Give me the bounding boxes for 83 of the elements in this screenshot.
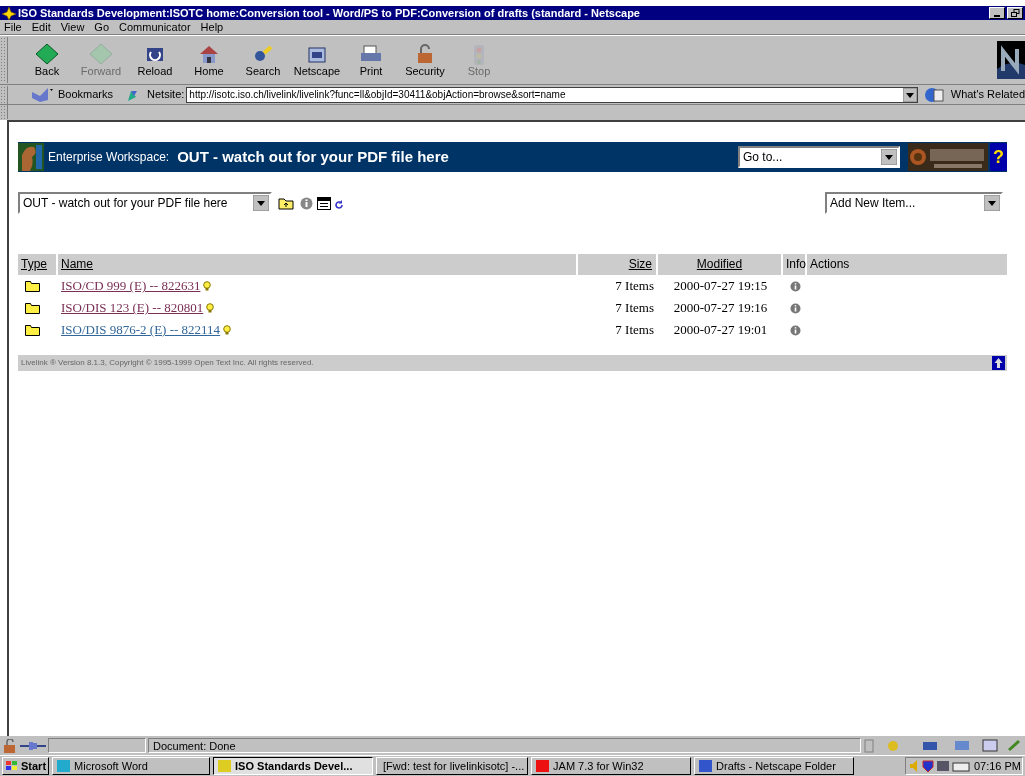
menu-item[interactable]: View [60,18,85,36]
start-button[interactable]: Start [2,757,50,775]
menu-item[interactable]: Communicator [119,18,191,36]
folder-link[interactable]: ISO/DIS 123 (E) -- 820801 [61,298,204,318]
app-icon [698,759,714,773]
tray-icons-drawing [908,759,971,773]
column-header[interactable]: Modified [658,254,783,275]
restore-icon [1010,9,1020,17]
dropdown-arrow-icon [881,149,897,165]
grip-handle[interactable] [0,85,8,104]
size-cell-text: 7 Items [614,277,655,296]
window-icon [317,196,331,210]
face-silhouette-icon [18,143,44,171]
restore-button[interactable] [1007,7,1023,19]
folder-icon [25,280,41,292]
up-arrow-icon [992,356,1005,370]
taskbar-button[interactable]: Drafts - Netscape Folder [694,757,855,775]
toolbar-button[interactable]: Back [20,38,74,82]
column-header: Actions [807,254,1007,275]
app-icon [56,759,72,773]
goto-dropdown[interactable]: Go to... [738,146,900,168]
bookmarks-button[interactable]: Bookmarks [30,86,114,103]
refresh-icon [334,200,344,210]
info-icon [789,302,801,314]
size-cell-text: 7 Items [614,321,655,340]
help-button[interactable]: ? [990,143,1007,171]
workspace-label: Enterprise Workspace: [48,149,170,166]
info-icon [300,196,313,210]
taskbar-button[interactable]: [Fwd: test for livelinkisotc] -... [376,757,529,775]
toolbar-button[interactable]: Reload [128,38,182,82]
grip-handle[interactable] [0,37,8,83]
info-icon [789,324,801,336]
copyright-text: Livelink ® Version 8.1.3, Copyright © 1995-1999 Open Text Inc. All rights reserved. [21,357,315,369]
modified-cell-text: 2000-07-27 19:01 [672,321,769,340]
toolbar-button[interactable]: Netscape [290,38,344,82]
lightbulb-icon [223,325,232,335]
modified-cell-text: 2000-07-27 19:16 [672,299,769,318]
app-icon [535,759,551,773]
taskbar-button[interactable]: ISO Standards Devel... [213,757,374,775]
info-icon [789,280,801,292]
grip-handle[interactable] [0,105,8,119]
minimize-button[interactable] [989,7,1005,19]
folder-link[interactable]: ISO/DIS 9876-2 (E) -- 822114 [61,320,221,340]
lightbulb-icon [203,281,212,291]
taskbar-button[interactable]: Microsoft Word [52,757,211,775]
toolbar-button[interactable]: Search [236,38,290,82]
folder-title: OUT - watch out for your PDF file here [177,146,450,167]
taskbar-button[interactable]: JAM 7.3 for Win32 [531,757,692,775]
folder-dropdown[interactable]: OUT - watch out for your PDF file here [18,192,272,214]
toolbar-button[interactable]: Security [398,38,452,82]
column-header[interactable]: Type [18,254,58,275]
add-item-dropdown[interactable]: Add New Item... [825,192,1003,214]
connection-plug-icon [20,739,46,752]
toolbar-button[interactable]: Home [182,38,236,82]
padlock-icon [2,738,18,753]
modified-cell-text: 2000-07-27 19:15 [672,277,769,296]
window-title: ISO Standards Development:ISOTC home:Conversion tool - Word/PS to PDF:Conversion of drafts (standard - Netscape [18,5,641,21]
column-header[interactable]: Size [578,254,658,275]
location-label: Netsite: [147,87,185,103]
windows-flag-icon [5,760,19,772]
netscape-star-icon [2,6,16,20]
menu-item[interactable]: Help [200,18,224,36]
toolbar-button[interactable]: Print [344,38,398,82]
app-icon [217,759,233,773]
bookmark-book-icon [30,87,54,102]
lightbulb-icon [206,303,215,313]
status-text: Document: Done [148,738,861,753]
dropdown-arrow-icon [984,195,1000,211]
folder-up-icon [278,196,294,210]
size-cell-text: 7 Items [614,299,655,318]
menu-item[interactable]: Go [94,18,110,36]
folder-icon [25,324,41,336]
url-field[interactable]: http://isotc.iso.ch/livelink/livelink?func=ll&objId=30411&objAction=browse&sort=name [186,86,918,103]
whats-related-button[interactable]: What's Related [923,86,1025,103]
dropdown-arrow-icon [253,195,269,211]
clock: 07:16 PM [973,758,1022,774]
column-header: Info [783,254,807,275]
column-header[interactable]: Name [58,254,578,275]
menu-item[interactable]: Edit [31,18,51,36]
folder-icon [25,302,41,314]
menu-item[interactable]: File [4,18,22,36]
folder-link[interactable]: ISO/CD 999 (E) -- 822631 [61,276,201,296]
netscape-logo-icon [997,41,1025,79]
